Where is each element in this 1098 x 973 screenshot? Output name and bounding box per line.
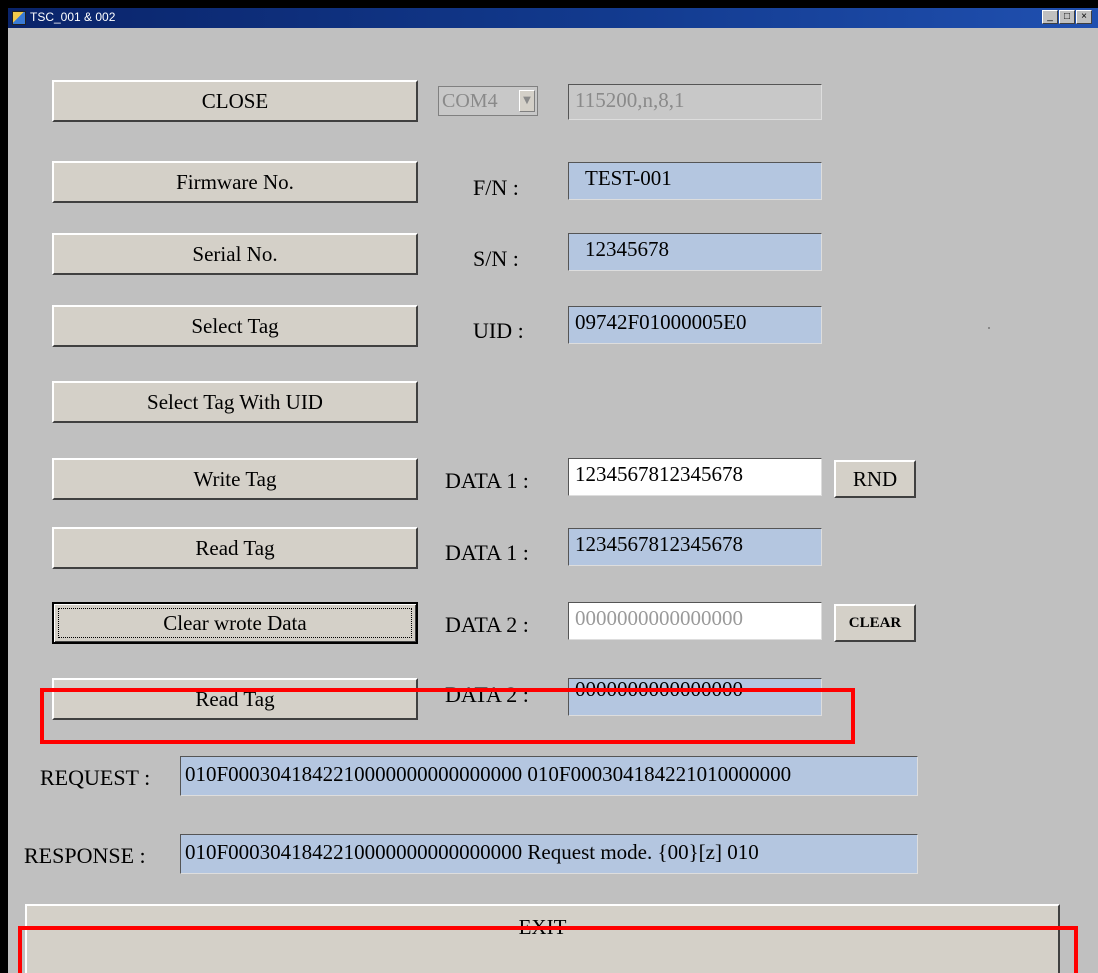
uid-value-field: 09742F01000005E0 [568, 306, 822, 344]
data1-read-label: DATA 1 : [445, 540, 529, 565]
highlight-box-exit [18, 926, 1078, 973]
title-bar[interactable]: TSC_001 & 002 _ □ × [8, 8, 1098, 28]
serial-value-field: 12345678 [568, 233, 822, 271]
com-port-select[interactable]: COM4 ▼ [438, 86, 538, 116]
uid-label: UID : [473, 318, 524, 343]
maximize-button[interactable]: □ [1059, 10, 1075, 24]
window-border-left [0, 0, 8, 973]
select-tag-button[interactable]: Select Tag [52, 305, 418, 347]
read-tag-data1-button[interactable]: Read Tag [52, 527, 418, 569]
minimize-button[interactable]: _ [1042, 10, 1058, 24]
data1-write-input[interactable]: 1234567812345678 [568, 458, 822, 496]
chevron-down-icon[interactable]: ▼ [519, 90, 535, 112]
serial-no-button[interactable]: Serial No. [52, 233, 418, 275]
fn-label: F/N : [473, 175, 519, 200]
request-field: 010F0003041842210000000000000000 010F000… [180, 756, 918, 796]
com-port-value: COM4 [442, 90, 498, 112]
close-port-button[interactable]: CLOSE [52, 80, 418, 122]
firmware-value-field: TEST-001 [568, 162, 822, 200]
port-settings-field: 115200,n,8,1 [568, 84, 822, 120]
data1-write-label: DATA 1 : [445, 468, 529, 493]
close-window-button[interactable]: × [1076, 10, 1092, 24]
window-title: TSC_001 & 002 [30, 10, 116, 24]
data2-clear-label: DATA 2 : [445, 612, 529, 637]
response-field: 010F0003041842210000000000000000 Request… [180, 834, 918, 874]
request-label: REQUEST : [40, 765, 151, 790]
response-label: RESPONSE : [24, 843, 146, 868]
rnd-button[interactable]: RND [834, 460, 916, 498]
write-tag-button[interactable]: Write Tag [52, 458, 418, 500]
sn-label: S/N : [473, 246, 519, 271]
clear-wrote-data-button[interactable]: Clear wrote Data [52, 602, 418, 644]
clear-button[interactable]: CLEAR [834, 604, 916, 642]
select-tag-with-uid-button[interactable]: Select Tag With UID [52, 381, 418, 423]
highlight-box-read-tag [40, 688, 855, 744]
app-window: TSC_001 & 002 _ □ × CLOSE COM4 ▼ 115200,… [0, 0, 1098, 973]
app-icon [12, 11, 26, 25]
data1-read-field: 1234567812345678 [568, 528, 822, 566]
firmware-no-button[interactable]: Firmware No. [52, 161, 418, 203]
stray-pixel [988, 327, 990, 329]
data2-clear-field: 0000000000000000 [568, 602, 822, 640]
window-border-top [0, 0, 1098, 8]
focus-rectangle [58, 608, 412, 638]
